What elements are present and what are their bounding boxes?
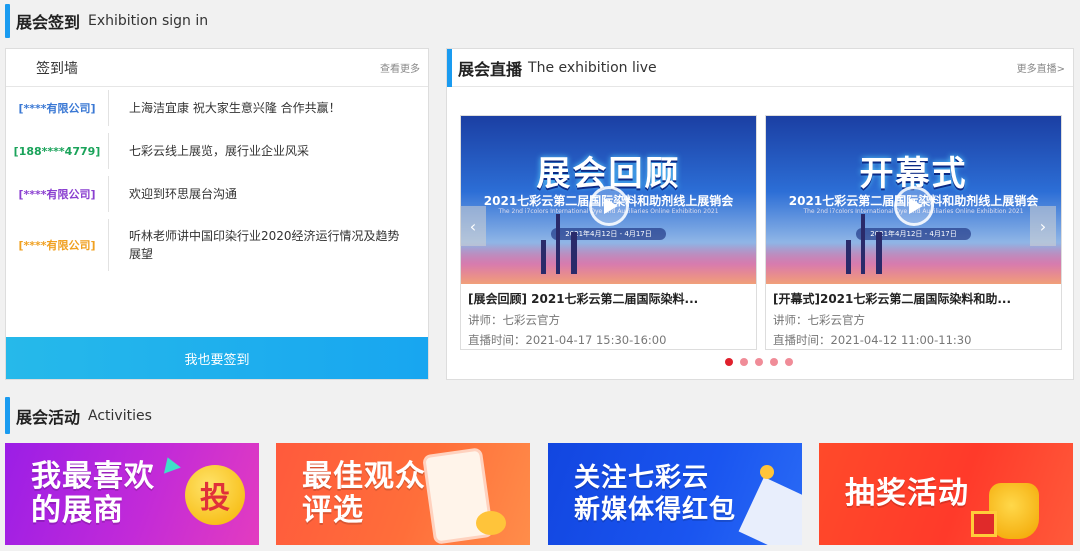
carousel-next-button[interactable]: › — [1030, 206, 1056, 246]
signwall-entry-message: 上海洁宜康 祝大家生意兴隆 合作共赢！ — [129, 101, 341, 115]
activity-title: 最佳观众 评选 — [276, 460, 426, 528]
live-card[interactable]: 展会回顾 2021七彩云第二届国际染料和助剂线上展销会 The 2nd i7co… — [460, 115, 757, 350]
more-live-link[interactable]: 更多直播> — [1017, 60, 1065, 75]
play-icon[interactable] — [894, 186, 934, 226]
activity-title-line: 的展商 — [31, 493, 124, 528]
activity-title-line: 关注七彩云 — [574, 463, 710, 493]
live-card-lecturer: 讲师：七彩云官方 — [773, 313, 865, 327]
carousel-dot[interactable] — [755, 358, 763, 366]
gift-box-icon — [971, 511, 997, 537]
signwall-entry-message: 听林老师讲中国印染行业2020经济运行情况及趋势展望 — [129, 229, 400, 261]
carousel-dot[interactable] — [740, 358, 748, 366]
section-accent-bar — [447, 48, 452, 87]
coin-icon — [760, 465, 774, 479]
skyline-graphic — [461, 244, 756, 284]
activity-title: 我最喜欢 的展商 — [5, 460, 155, 528]
activity-title-line: 我最喜欢 — [31, 459, 155, 494]
carousel-dot[interactable] — [770, 358, 778, 366]
activity-title-line: 评选 — [302, 493, 364, 528]
activity-title-line: 最佳观众 — [302, 459, 426, 494]
play-icon[interactable] — [589, 186, 629, 226]
signwall-entry: [****有限公司] 听林老师讲中国印染行业2020经济运行情况及趋势展望 — [6, 219, 426, 271]
skyline-tower — [571, 232, 577, 274]
section-accent-bar — [5, 4, 10, 38]
signwall-entry-message: 七彩云线上展览，展行业企业风采 — [129, 144, 310, 158]
live-title-en: The exhibition live — [528, 59, 657, 76]
decor-triangle-icon — [159, 454, 181, 474]
live-card-lecturer: 讲师：七彩云官方 — [468, 313, 560, 327]
banner-date: 2021年4月12日 - 4月17日 — [856, 228, 971, 240]
signwall-entry-user: [****有限公司] — [6, 90, 109, 126]
live-card-time: 直播时间：2021-04-17 15:30-16:00 — [468, 333, 667, 347]
skyline-tower — [556, 214, 560, 274]
signwall-header: 签到墙 查看更多 — [6, 49, 428, 87]
signwall-entry: [****有限公司] 欢迎到环思展台沟通 — [6, 176, 426, 212]
skyline-tower — [861, 214, 865, 274]
live-card-title[interactable]: [展会回顾] 2021七彩云第二届国际染料... — [461, 284, 756, 307]
activity-title-line: 抽奖活动 — [845, 476, 969, 511]
live-header: 展会直播 The exhibition live 更多直播> — [447, 48, 1073, 87]
section-accent-bar — [5, 397, 10, 434]
live-panel: 展会直播 The exhibition live 更多直播> 展会回顾 2021… — [446, 48, 1074, 380]
activity-title: 关注七彩云 新媒体得红包 — [548, 462, 736, 526]
activity-banner-lottery[interactable]: 抽奖活动 — [819, 443, 1073, 545]
signwall-entry-user: [****有限公司] — [6, 219, 109, 271]
sign-in-button[interactable]: 我也要签到 — [6, 337, 428, 379]
activity-title-line: 新媒体得红包 — [574, 495, 737, 525]
coin-stack-icon — [476, 511, 506, 535]
signin-section-title: 展会签到 Exhibition sign in — [5, 4, 208, 38]
banner-date: 2021年4月12日 - 4月17日 — [551, 228, 666, 240]
live-card[interactable]: 开幕式 2021七彩云第二届国际染料和助剂线上展销会 The 2nd i7col… — [765, 115, 1062, 350]
view-more-link[interactable]: 查看更多 — [380, 60, 420, 75]
signwall-entry-user: [****有限公司] — [6, 176, 109, 212]
section-title-zh: 展会签到 — [16, 13, 81, 32]
live-card-time: 直播时间：2021-04-12 11:00-11:30 — [773, 333, 972, 347]
skyline-tower — [876, 232, 882, 274]
signwall-entry: [****有限公司] 上海洁宜康 祝大家生意兴隆 合作共赢！ — [6, 90, 426, 126]
activity-banner-audience[interactable]: 最佳观众 评选 — [276, 443, 530, 545]
activity-title: 抽奖活动 — [819, 477, 969, 511]
vote-badge-text: 投 — [200, 481, 230, 516]
signwall-entry-message: 欢迎到环思展台沟通 — [129, 187, 238, 201]
signwall-entry-user: [188****4779] — [6, 133, 109, 169]
live-card-title[interactable]: [开幕式]2021七彩云第二届国际染料和助... — [766, 284, 1061, 307]
signwall-panel: 签到墙 查看更多 [****有限公司] 上海洁宜康 祝大家生意兴隆 合作共赢！ … — [5, 48, 429, 380]
skyline-tower — [541, 240, 546, 274]
vote-coin-icon: 投 — [185, 465, 245, 525]
skyline-tower — [846, 240, 851, 274]
skyline-graphic — [766, 244, 1061, 284]
section-title-en: Exhibition sign in — [88, 13, 209, 29]
signwall-title: 签到墙 — [36, 60, 78, 77]
carousel-prev-button[interactable]: ‹ — [460, 206, 486, 246]
live-title-zh: 展会直播 — [458, 59, 523, 79]
activities-section-title: 展会活动 Activities — [5, 397, 152, 434]
activity-banner-vote[interactable]: 我最喜欢 的展商 投 — [5, 443, 259, 545]
section-title-en: Activities — [88, 407, 152, 424]
carousel-dot[interactable] — [785, 358, 793, 366]
section-title-zh: 展会活动 — [16, 407, 81, 427]
paper-decor-icon — [738, 477, 802, 545]
signwall-entry: [188****4779] 七彩云线上展览，展行业企业风采 — [6, 133, 426, 169]
activity-banner-redpacket[interactable]: 关注七彩云 新媒体得红包 — [548, 443, 802, 545]
live-card-thumbnail[interactable]: 开幕式 2021七彩云第二届国际染料和助剂线上展销会 The 2nd i7col… — [766, 116, 1061, 284]
live-card-thumbnail[interactable]: 展会回顾 2021七彩云第二届国际染料和助剂线上展销会 The 2nd i7co… — [461, 116, 756, 284]
carousel-dot[interactable] — [725, 358, 733, 366]
carousel-pagination — [725, 358, 793, 366]
